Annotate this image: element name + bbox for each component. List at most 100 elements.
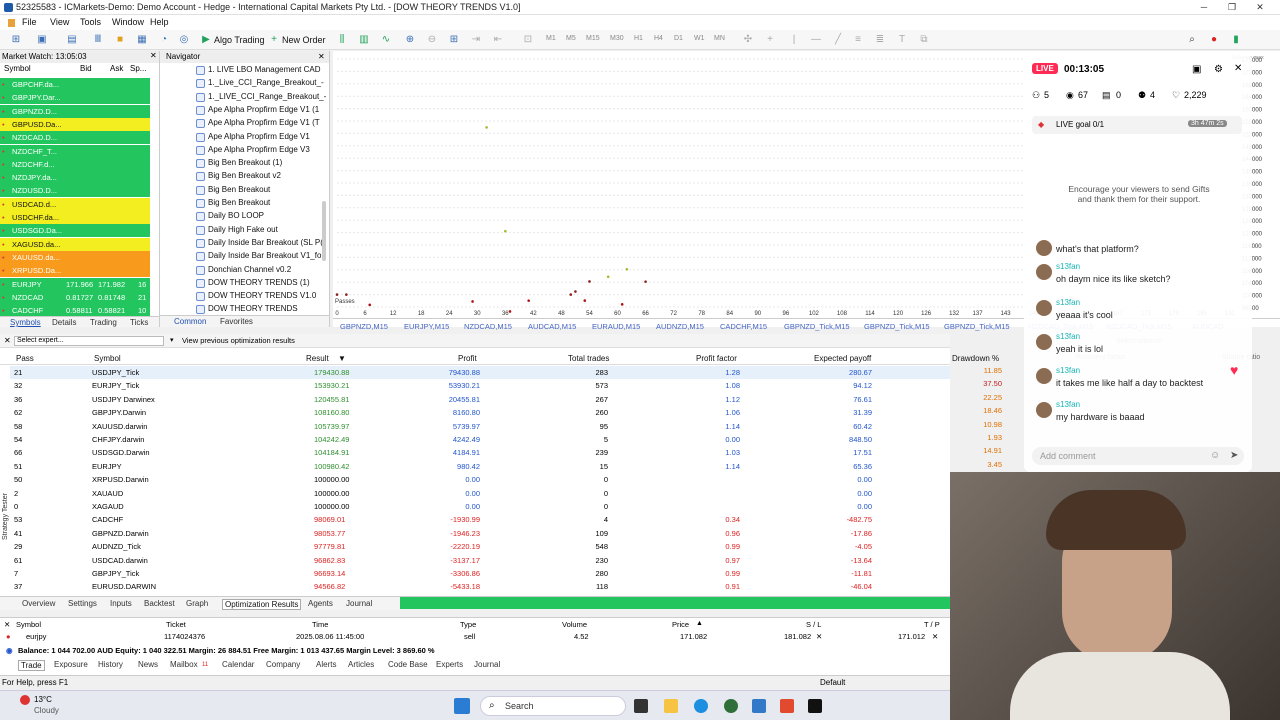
menu-view[interactable]: View <box>50 17 69 27</box>
chart-tab[interactable]: AUDCAD,M15 <box>528 322 576 331</box>
close-icon[interactable]: ✕ <box>150 51 157 60</box>
results-row[interactable]: 51 EURJPY 100980.42 980.42 15 1.14 65.36 <box>10 460 950 473</box>
account-icon[interactable]: ▮ <box>1230 34 1242 46</box>
toolbox-tab[interactable]: Articles <box>348 660 374 669</box>
comment-box[interactable]: Add comment ☺ ➤ <box>1032 447 1244 465</box>
chat-avatar[interactable] <box>1036 334 1052 350</box>
open-folder-icon[interactable]: ▤ <box>66 34 78 46</box>
search-icon[interactable]: ⌕ <box>1186 34 1198 46</box>
results-header[interactable]: Result <box>306 354 329 363</box>
timeframe-m5[interactable]: M5 <box>566 35 576 42</box>
trade-header[interactable]: T / P <box>924 620 940 629</box>
toolbox-tab[interactable]: Calendar <box>222 660 254 669</box>
navigator-item[interactable]: DOW THEORY TRENDS V1.0 <box>208 291 316 300</box>
timeframe-m15[interactable]: M15 <box>586 35 600 42</box>
toolbox-tab[interactable]: News <box>138 660 158 669</box>
trade-header[interactable]: Time <box>312 620 328 629</box>
results-row[interactable]: 62 GBPJPY.Darwin 108160.80 8160.80 260 1.06 31… <box>10 406 950 419</box>
trade-header[interactable]: S / L <box>806 620 821 629</box>
navigator-item[interactable]: Ape Alpha Propfirm Edge V3 <box>208 145 310 154</box>
market-icon[interactable]: ▦ <box>136 34 148 46</box>
results-header[interactable]: Symbol <box>94 354 121 363</box>
chat-username[interactable]: s13fan <box>1056 298 1080 307</box>
timeframe-d1[interactable]: D1 <box>674 35 683 42</box>
menu-window[interactable]: Window <box>112 17 144 27</box>
explorer-icon[interactable] <box>664 699 678 713</box>
weather-icon[interactable] <box>20 695 30 705</box>
chart-tab[interactable]: GBPNZD_Tick,M15 <box>864 322 930 331</box>
toolbox-tab[interactable]: Experts <box>436 660 463 669</box>
line-chart-icon[interactable]: ∿ <box>380 34 392 46</box>
results-header[interactable]: Profit <box>458 354 477 363</box>
trade-header[interactable]: Ticket <box>166 620 186 629</box>
results-row[interactable]: 58 XAUUSD.darwin 105739.97 5739.97 95 1.14 60.… <box>10 420 950 433</box>
scatter-point[interactable] <box>644 280 647 283</box>
market-watch-row[interactable]: • XRPUSD.Da... <box>0 264 150 278</box>
chat-avatar[interactable] <box>1036 300 1052 316</box>
toolbox-tab[interactable]: History <box>98 660 123 669</box>
weather-temp[interactable]: 13°C <box>34 695 52 704</box>
notifications-icon[interactable]: ● <box>1208 34 1220 46</box>
lock-icon[interactable]: ▣ <box>1192 64 1201 75</box>
navigator-item[interactable]: Donchian Channel v0.2 <box>208 265 291 274</box>
menu-file[interactable]: File <box>22 17 37 27</box>
market-watch-row[interactable]: • GBPUSD.Da... <box>0 117 150 131</box>
timeframe-h4[interactable]: H4 <box>654 35 663 42</box>
tiktok-icon[interactable] <box>808 699 822 713</box>
scatter-point[interactable] <box>620 303 624 306</box>
app-icon[interactable] <box>780 699 794 713</box>
navigator-item[interactable]: Big Ben Breakout <box>208 185 270 194</box>
results-header[interactable]: Expected payoff <box>814 354 871 363</box>
dropdown-icon[interactable]: ▾ <box>170 336 174 344</box>
results-row[interactable]: 61 USDCAD.darwin 96862.83 -3137.17 230 0.97 -1… <box>10 554 950 567</box>
trendline-icon[interactable]: ╱ <box>832 34 844 46</box>
algo-trading-icon[interactable]: ▶ <box>200 34 212 46</box>
chrome-icon[interactable] <box>724 699 738 713</box>
trade-header[interactable]: Type <box>460 620 476 629</box>
metatrader-icon[interactable] <box>752 699 766 713</box>
results-row[interactable]: 0 XAGAUD 100000.00 0.00 0 0.00 <box>10 500 950 513</box>
navigator-item[interactable]: Daily Inside Bar Breakout (SL P( <box>208 238 323 247</box>
tab-symbols[interactable]: Symbols <box>10 318 41 327</box>
chat-username[interactable]: s13fan <box>1056 366 1080 375</box>
market-watch-row[interactable]: • USDCAD.d... <box>0 197 150 211</box>
market-watch-row[interactable]: • XAGUSD.da... <box>0 237 150 251</box>
market-watch-row[interactable]: • NZDCAD 0.81727 0.81748 21 <box>0 290 150 304</box>
trade-row[interactable]: ● eurjpy 1174024376 2025.08.06 11:45:00 … <box>6 632 946 644</box>
channel-icon[interactable]: ≡ <box>852 34 864 46</box>
fibonacci-icon[interactable]: ≣ <box>874 34 886 46</box>
vps-icon[interactable]: ◎ <box>178 34 190 46</box>
vertical-line-icon[interactable]: | <box>788 34 800 46</box>
market-watch-row[interactable]: • EURJPY 171.966 171.982 16 <box>0 277 150 291</box>
scatter-point[interactable] <box>569 293 573 296</box>
scatter-point[interactable] <box>588 280 591 283</box>
scatter-point[interactable] <box>574 290 577 293</box>
results-row[interactable]: 2 XAUAUD 100000.00 0.00 0 0.00 <box>10 487 950 500</box>
tab-common[interactable]: Common <box>174 317 206 326</box>
chat-avatar[interactable] <box>1036 264 1052 280</box>
navigator-item[interactable]: Ape Alpha Propfirm Edge V1 <box>208 132 310 141</box>
chart-tab[interactable]: GBPNZD_Tick,M15 <box>944 322 1010 331</box>
cursor-icon[interactable]: + <box>764 34 776 46</box>
results-row[interactable]: 50 XRPUSD.Darwin 100000.00 0.00 0 0.00 <box>10 473 950 486</box>
scatter-point[interactable] <box>485 126 488 129</box>
edge-icon[interactable] <box>694 699 708 713</box>
navigator-item[interactable]: DOW THEORY TRENDS (1) <box>208 278 310 287</box>
results-row[interactable]: 36 USDJPY Darwinex 120455.81 20455.81 267 1.1… <box>10 393 950 406</box>
results-row[interactable]: 32 EURJPY_Tick 153930.21 53930.21 573 1.08 94.… <box>10 379 950 392</box>
navigator-item[interactable]: Daily Inside Bar Breakout V1_fo <box>208 251 321 260</box>
chart-tab[interactable]: CADCHF,M15 <box>720 322 767 331</box>
scatter-point[interactable] <box>583 299 587 302</box>
toolbox-tab[interactable]: Exposure <box>54 660 88 669</box>
navigator-item[interactable]: 1. LIVE LBO Management CAD <box>208 65 321 74</box>
chat-avatar[interactable] <box>1036 368 1052 384</box>
tab-details[interactable]: Details <box>52 318 76 327</box>
zoom-in-icon[interactable]: ⊕ <box>404 34 416 46</box>
minimize-button[interactable]: ─ <box>1190 1 1218 14</box>
select-expert-field[interactable]: Select expert... <box>14 336 164 346</box>
market-watch-row[interactable]: • NZDCHF.d... <box>0 157 150 171</box>
scatter-point[interactable] <box>345 293 348 296</box>
timeframe-h1[interactable]: H1 <box>634 35 643 42</box>
chart-tab[interactable]: GBPNZD_Tick,M15 <box>784 322 850 331</box>
start-icon[interactable] <box>454 698 470 714</box>
